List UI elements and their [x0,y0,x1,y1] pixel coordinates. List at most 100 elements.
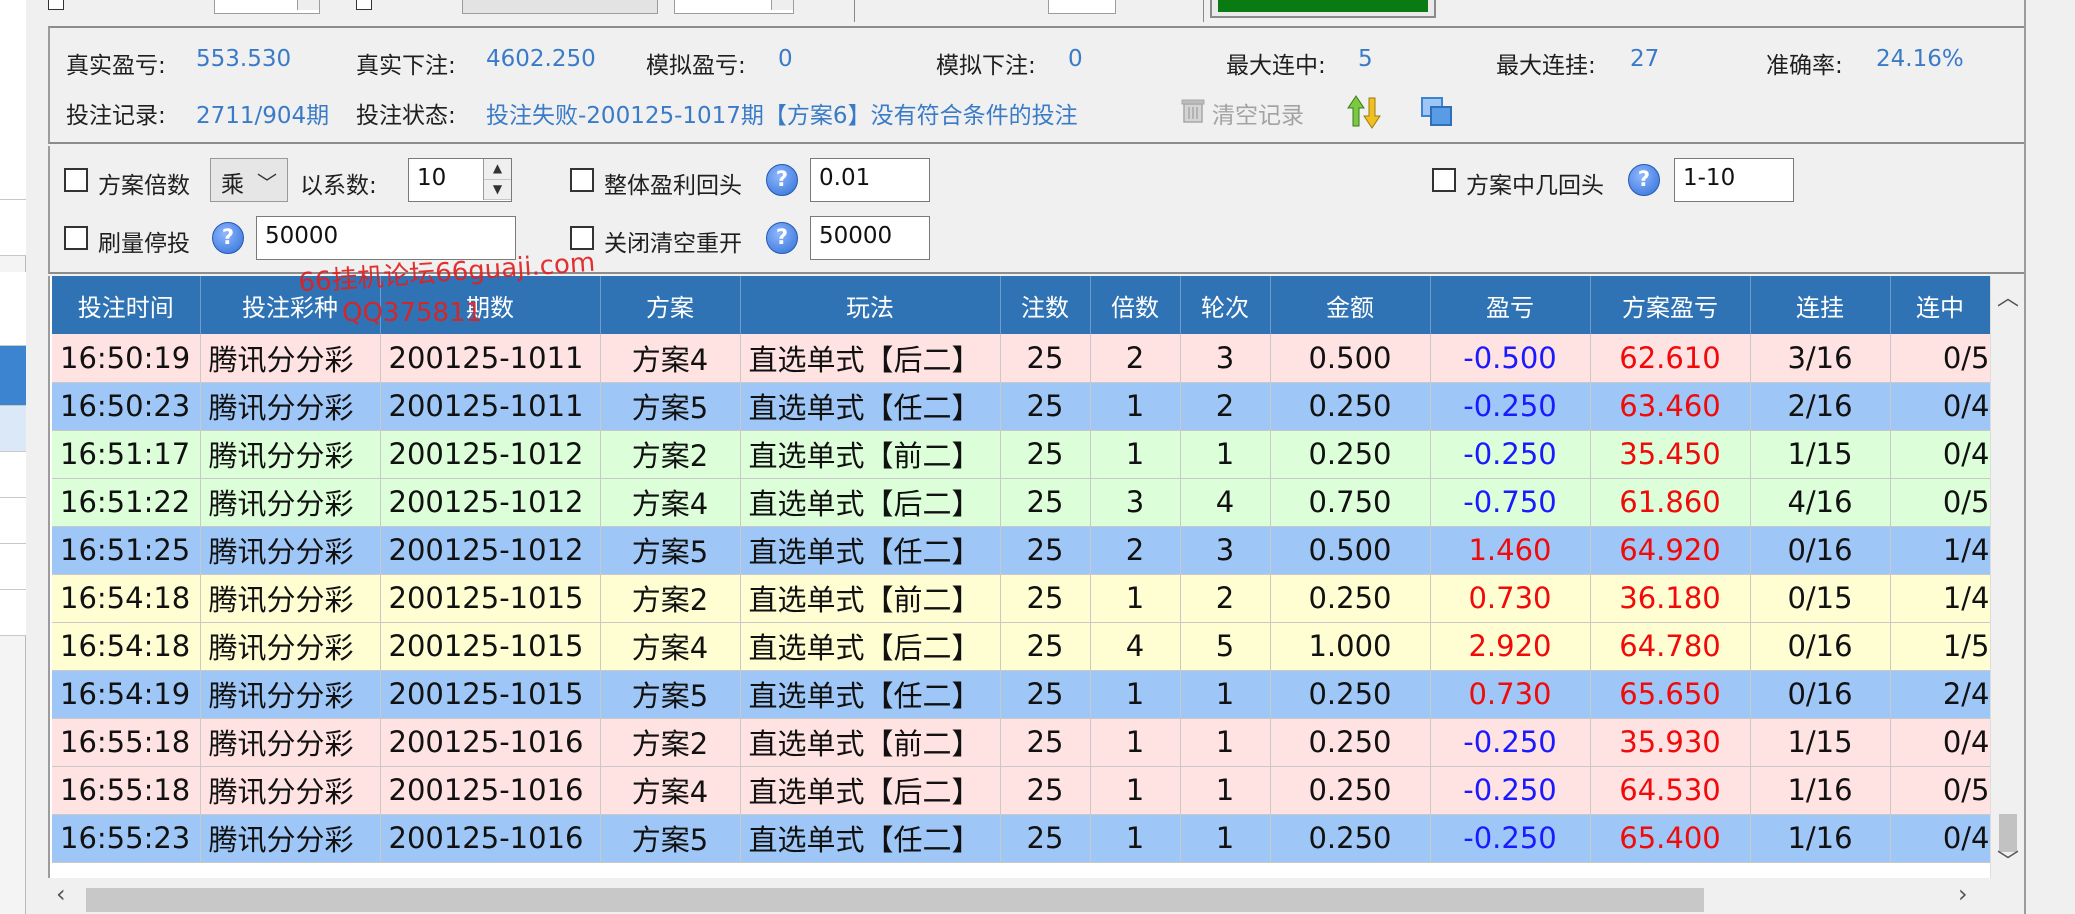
table-row[interactable]: 16:54:18 腾讯分分彩 200125-1015 方案2 直选单式【前二】 25 1 2 0… [52,574,1991,623]
max-win-streak-label: 最大连中: [1226,53,1326,79]
help-icon[interactable]: ? [766,222,798,254]
help-icon[interactable]: ? [1628,164,1660,196]
left-panel-row[interactable] [0,452,26,498]
column-header[interactable]: 投注时间 [52,276,201,334]
bet-record-value: 2711/904期 [196,103,330,129]
sim-pl-label: 模拟盈亏: [646,53,746,79]
coefficient-input[interactable]: 10 ▲ ▼ [408,158,512,202]
table-row[interactable]: 16:54:18 腾讯分分彩 200125-1015 方案4 直选单式【后二】 25 4 5 1… [52,622,1991,671]
column-header[interactable]: 连中 [1890,276,1991,334]
top-dropdown[interactable] [462,0,658,14]
bet-status-label: 投注状态: [356,103,456,129]
bet-records-grid: 投注时间 投注彩种 期数 方案 玩法 注数 倍数 轮次 金额 盈亏 方案盈亏 连… [48,276,2024,878]
cell-time: 16:55:18 [52,718,201,767]
top-spin-buttons[interactable] [771,0,793,10]
cell-round: 1 [1180,718,1271,767]
window-restore-icon[interactable] [1420,96,1454,128]
accuracy-value: 24.16% [1876,46,1964,72]
horizontal-scrollbar[interactable]: ‹ › [48,878,2024,914]
left-panel-row[interactable] [0,544,26,590]
clear-records-button[interactable]: 清空记录 [1178,94,1318,130]
coefficient-stepper[interactable]: ▲ ▼ [483,159,511,200]
column-header[interactable]: 盈亏 [1430,276,1591,334]
cell-count: 25 [1000,718,1091,767]
overall-profit-input[interactable]: 0.01 [810,158,930,202]
cell-lottery: 腾讯分分彩 [200,478,381,527]
top-spin-field[interactable] [1048,0,1116,14]
cell-mult: 4 [1090,622,1181,671]
scroll-left-icon[interactable]: ‹ [56,880,66,908]
cell-amount: 0.500 [1270,526,1431,575]
top-spin-buttons[interactable] [297,0,319,10]
top-checkbox[interactable] [356,0,372,10]
cell-mult: 1 [1090,718,1181,767]
column-header[interactable]: 方案盈亏 [1590,276,1751,334]
column-header[interactable]: 方案 [600,276,741,334]
horizontal-scroll-thumb[interactable] [86,888,1704,912]
table-row[interactable]: 16:50:23 腾讯分分彩 200125-1011 方案5 直选单式【任二】 25 1 2 0… [52,382,1991,431]
column-header[interactable]: 金额 [1270,276,1431,334]
scroll-up-icon[interactable]: ︿ [1991,280,2025,312]
stepper-up-icon[interactable]: ▲ [484,159,511,180]
cell-plan-pl: 65.400 [1590,814,1751,863]
cell-round: 3 [1180,526,1271,575]
real-pl-label: 真实盈亏: [66,53,166,79]
cell-lottery: 腾讯分分彩 [200,814,381,863]
table-row[interactable]: 16:55:18 腾讯分分彩 200125-1016 方案4 直选单式【后二】 25 1 1 0… [52,766,1991,815]
close-reset-input[interactable]: 50000 [810,216,930,260]
volume-stop-checkbox[interactable] [64,226,88,250]
cell-mult: 1 [1090,574,1181,623]
multiplier-operator-select[interactable]: 乘 ﹀ [210,158,288,202]
table-row[interactable]: 16:55:18 腾讯分分彩 200125-1016 方案2 直选单式【前二】 25 1 1 0… [52,718,1991,767]
plan-multiplier-checkbox[interactable] [64,168,88,192]
top-divider [1203,0,1204,22]
cell-lottery: 腾讯分分彩 [200,718,381,767]
plan-hit-value: 1-10 [1683,165,1736,191]
cell-lose: 1/16 [1750,766,1891,815]
top-checkbox[interactable] [48,0,64,10]
vertical-scrollbar[interactable]: ︿ ﹀ [1990,276,2024,878]
cell-win: 1/5 [1890,622,1991,671]
top-controls-row [48,0,2024,26]
column-header[interactable]: 连挂 [1750,276,1891,334]
cell-period: 200125-1012 [380,526,601,575]
scroll-right-icon[interactable]: › [1958,880,1968,908]
table-row[interactable]: 16:51:17 腾讯分分彩 200125-1012 方案2 直选单式【前二】 25 1 1 0… [52,430,1991,479]
cell-period: 200125-1012 [380,430,601,479]
watermark-line-2: QQ375811 [342,298,483,328]
cell-lose: 1/16 [1750,814,1891,863]
column-header[interactable]: 玩法 [740,276,1001,334]
sort-up-down-icon[interactable] [1346,94,1382,130]
help-icon[interactable]: ? [212,222,244,254]
column-header[interactable]: 注数 [1000,276,1091,334]
stepper-down-icon[interactable]: ▼ [484,180,511,200]
cell-lottery: 腾讯分分彩 [200,382,381,431]
table-row[interactable]: 16:51:22 腾讯分分彩 200125-1012 方案4 直选单式【后二】 25 3 4 0… [52,478,1991,527]
cell-mult: 2 [1090,526,1181,575]
table-row[interactable]: 16:55:23 腾讯分分彩 200125-1016 方案5 直选单式【任二】 25 1 1 0… [52,814,1991,863]
table-row[interactable]: 16:50:19 腾讯分分彩 200125-1011 方案4 直选单式【后二】 25 2 3 0… [52,334,1991,383]
scroll-down-icon[interactable]: ﹀ [1991,844,2025,876]
plan-hit-checkbox[interactable] [1432,168,1456,192]
left-panel-row[interactable] [0,590,26,636]
cell-plan: 方案2 [600,574,741,623]
column-header[interactable]: 轮次 [1180,276,1271,334]
plan-hit-input[interactable]: 1-10 [1674,158,1794,202]
left-panel-selected-row[interactable] [0,346,26,406]
cell-win: 1/4 [1890,574,1991,623]
table-row[interactable]: 16:51:25 腾讯分分彩 200125-1012 方案5 直选单式【任二】 25 2 3 0… [52,526,1991,575]
left-panel-row[interactable] [0,406,26,452]
cell-plan-pl: 64.530 [1590,766,1751,815]
cell-lose: 1/15 [1750,430,1891,479]
cell-round: 3 [1180,334,1271,383]
top-spin-field[interactable] [214,0,320,14]
left-panel-row[interactable] [0,498,26,544]
overall-profit-checkbox[interactable] [570,168,594,192]
column-header[interactable]: 倍数 [1090,276,1181,334]
table-row[interactable]: 16:54:19 腾讯分分彩 200125-1015 方案5 直选单式【任二】 25 1 1 0… [52,670,1991,719]
cell-plan: 方案4 [600,622,741,671]
top-spin-field[interactable] [674,0,794,14]
options-panel: 方案倍数 乘 ﹀ 以系数: 10 ▲ ▼ 整体盈利回头 ? 0.01 方案中几回… [48,146,2024,274]
cell-lose: 4/16 [1750,478,1891,527]
help-icon[interactable]: ? [766,164,798,196]
